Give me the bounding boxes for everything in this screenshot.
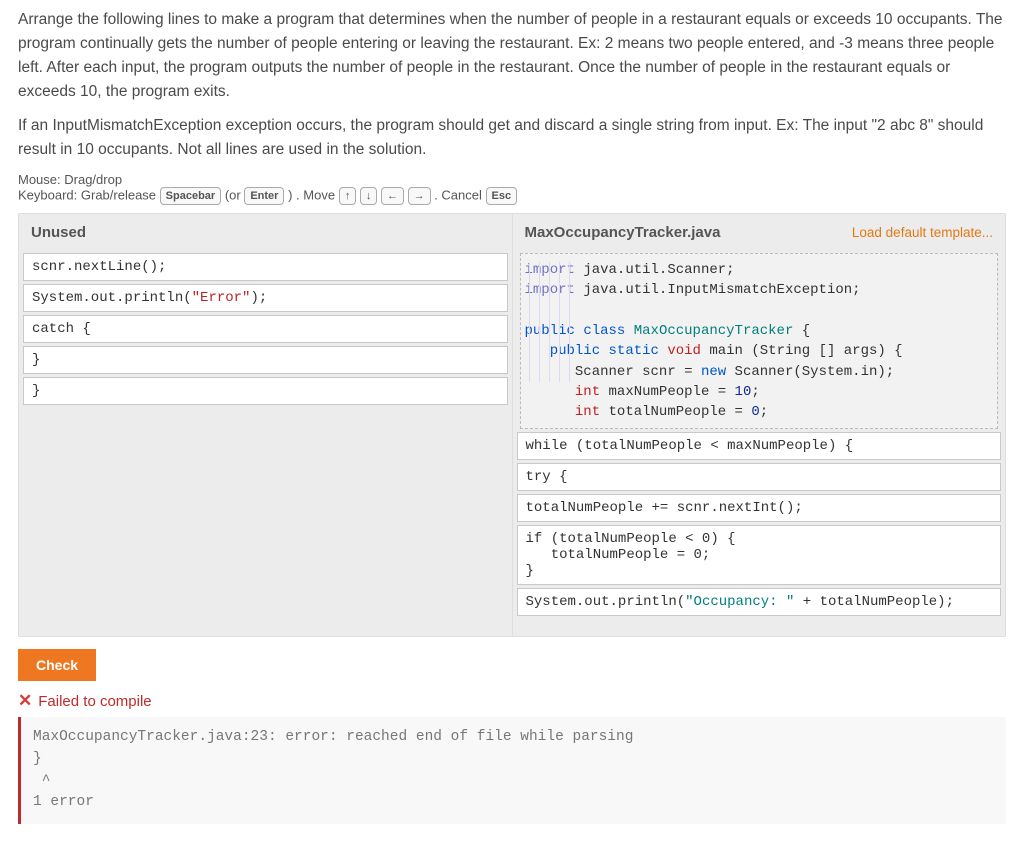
unused-column: Unused scnr.nextLine(); System.out.print… xyxy=(19,214,513,636)
code-line[interactable]: } xyxy=(23,377,508,405)
hint-keyboard: Keyboard: Grab/release Spacebar (or Ente… xyxy=(18,187,1006,205)
work-area: Unused scnr.nextLine(); System.out.print… xyxy=(18,213,1006,637)
compile-result: ✕ Failed to compile xyxy=(18,691,1006,711)
code-line[interactable]: while (totalNumPeople < maxNumPeople) { xyxy=(517,432,1002,460)
filename: MaxOccupancyTracker.java xyxy=(525,224,721,241)
instructions: Arrange the following lines to make a pr… xyxy=(18,8,1006,162)
instruction-para-2: If an InputMismatchException exception o… xyxy=(18,114,1006,162)
key-spacebar: Spacebar xyxy=(160,187,222,205)
code-line[interactable]: catch { xyxy=(23,315,508,343)
key-enter: Enter xyxy=(244,187,284,205)
solution-header: MaxOccupancyTracker.java Load default te… xyxy=(513,214,1006,251)
code-line[interactable]: } xyxy=(23,346,508,374)
code-line[interactable]: System.out.println("Occupancy: " + total… xyxy=(517,588,1002,616)
unused-body[interactable]: scnr.nextLine(); System.out.println("Err… xyxy=(19,251,512,636)
result-title: Failed to compile xyxy=(38,693,151,710)
code-line[interactable]: System.out.println("Error"); xyxy=(23,284,508,312)
hint-mouse: Mouse: Drag/drop xyxy=(18,172,1006,187)
solution-column: MaxOccupancyTracker.java Load default te… xyxy=(513,214,1006,636)
instruction-para-1: Arrange the following lines to make a pr… xyxy=(18,8,1006,104)
keyboard-hints: Mouse: Drag/drop Keyboard: Grab/release … xyxy=(18,172,1006,205)
key-right: → xyxy=(408,187,431,205)
unused-header: Unused xyxy=(19,214,512,251)
key-esc: Esc xyxy=(486,187,518,205)
solution-body[interactable]: import java.util.Scanner; import java.ut… xyxy=(513,251,1006,636)
key-down: ↓ xyxy=(360,187,378,205)
code-line[interactable]: if (totalNumPeople < 0) { totalNumPeople… xyxy=(517,525,1002,585)
key-up: ↑ xyxy=(339,187,357,205)
error-output: MaxOccupancyTracker.java:23: error: reac… xyxy=(18,717,1006,824)
fixed-code-block: import java.util.Scanner; import java.ut… xyxy=(520,253,999,429)
code-line[interactable]: scnr.nextLine(); xyxy=(23,253,508,281)
check-button[interactable]: Check xyxy=(18,649,96,681)
error-icon: ✕ xyxy=(18,691,32,711)
code-line[interactable]: try { xyxy=(517,463,1002,491)
key-left: ← xyxy=(381,187,404,205)
code-line[interactable]: totalNumPeople += scnr.nextInt(); xyxy=(517,494,1002,522)
load-default-link[interactable]: Load default template... xyxy=(852,225,993,240)
